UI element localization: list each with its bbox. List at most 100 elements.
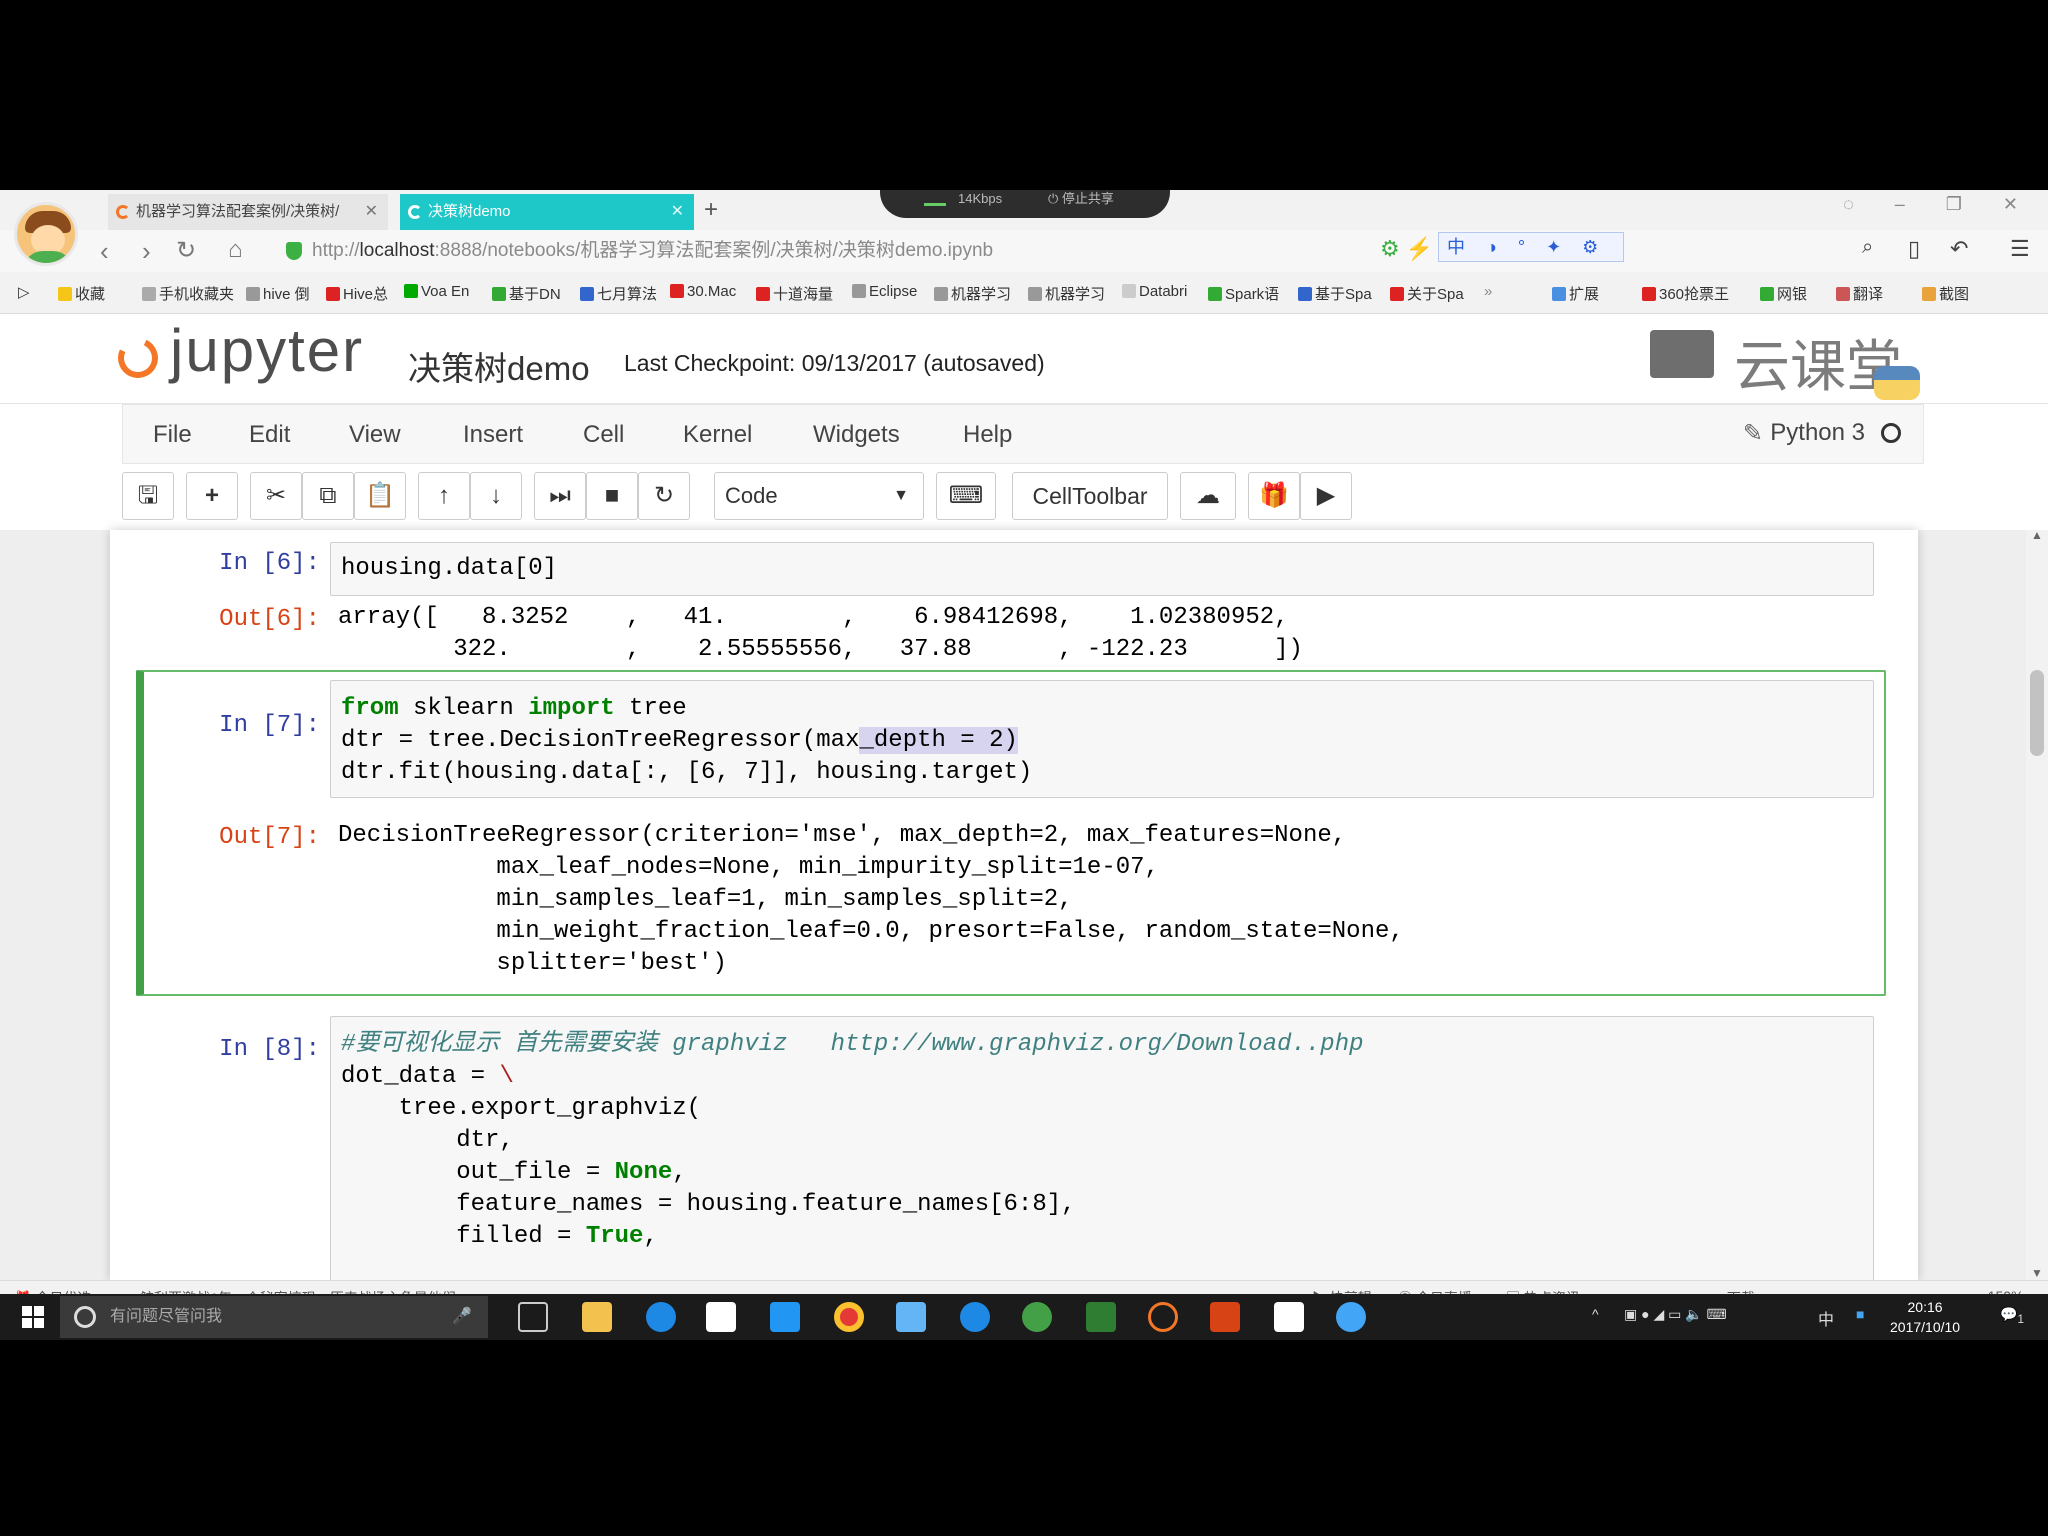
extension-item[interactable]: 网银 bbox=[1760, 283, 1807, 304]
close-tab-icon[interactable]: ✕ bbox=[365, 194, 378, 230]
cell-type-select[interactable]: Code ▼ bbox=[714, 472, 924, 520]
menu-kernel[interactable]: Kernel bbox=[683, 421, 752, 449]
paste-icon[interactable]: 📋 bbox=[354, 472, 406, 520]
insert-cell-icon[interactable]: + bbox=[186, 472, 238, 520]
bookmark-item[interactable]: Databri bbox=[1122, 283, 1187, 300]
edit-pencil-icon[interactable]: ✎ bbox=[1743, 419, 1763, 448]
restart-icon[interactable]: ↻ bbox=[638, 472, 690, 520]
run-cell-icon[interactable]: ⏭ bbox=[534, 472, 586, 520]
tab-decision-tree-demo[interactable]: 决策树demo ✕ bbox=[400, 194, 694, 230]
bookmark-item[interactable]: Eclipse bbox=[852, 283, 917, 300]
bookmark-item[interactable]: 十道海量 bbox=[756, 283, 833, 304]
move-down-icon[interactable]: ↓ bbox=[470, 472, 522, 520]
copy-icon[interactable]: ⧉ bbox=[302, 472, 354, 520]
bookmark-item[interactable]: 机器学习 bbox=[1028, 283, 1105, 304]
bookmark-item[interactable]: 基于Spa bbox=[1298, 283, 1372, 304]
task-view-icon[interactable] bbox=[518, 1302, 548, 1332]
stop-share-button[interactable]: ⏻ 停止共享 bbox=[1048, 190, 1114, 216]
avatar[interactable] bbox=[14, 202, 78, 266]
menu-icon[interactable]: ☰ bbox=[2010, 236, 2030, 262]
window-controls[interactable]: ◌ – ❐ ✕ bbox=[1843, 194, 2036, 215]
cortana-search[interactable]: 有问题尽管问我 🎤 bbox=[60, 1296, 488, 1338]
menu-bar: File Edit View Insert Cell Kernel Widget… bbox=[122, 404, 1924, 464]
tray-app-icons[interactable]: ▣ ● ◢ ▭ 🔈 ⌨ bbox=[1624, 1306, 1727, 1323]
back-arrow-icon[interactable]: ‹ bbox=[100, 236, 109, 267]
youtube-icon[interactable]: ▶ bbox=[1300, 472, 1352, 520]
cortana-icon bbox=[74, 1306, 96, 1328]
chrome-icon[interactable] bbox=[834, 1302, 864, 1332]
menu-edit[interactable]: Edit bbox=[249, 421, 290, 449]
browser-360-icon[interactable] bbox=[960, 1302, 990, 1332]
cell-output: array([ 8.3252 , 41. , 6.98412698, 1.023… bbox=[338, 604, 1303, 663]
reading-mode-icon[interactable]: ▯ bbox=[1908, 236, 1920, 262]
menu-widgets[interactable]: Widgets bbox=[813, 421, 900, 449]
jupyter-app-icon[interactable] bbox=[1148, 1302, 1178, 1332]
ime-language[interactable]: 中 bbox=[1818, 1306, 1834, 1330]
file-explorer-icon[interactable] bbox=[582, 1302, 612, 1332]
powerpoint-icon[interactable] bbox=[1210, 1302, 1240, 1332]
bookmark-item[interactable]: hive 倒 bbox=[246, 283, 310, 304]
extension-item[interactable]: 360抢票王 bbox=[1642, 283, 1729, 304]
move-up-icon[interactable]: ↑ bbox=[418, 472, 470, 520]
scroll-thumb bbox=[2030, 670, 2044, 756]
url-field[interactable]: http://localhost:8888/notebooks/机器学习算法配套… bbox=[284, 236, 1414, 266]
pycharm-icon[interactable] bbox=[1086, 1302, 1116, 1332]
notebook-title[interactable]: 决策树demo bbox=[408, 342, 590, 390]
menu-cell[interactable]: Cell bbox=[583, 421, 624, 449]
celltoolbar-button[interactable]: CellToolbar bbox=[1012, 472, 1168, 520]
bookmark-item[interactable]: 关于Spa bbox=[1390, 283, 1464, 304]
menu-insert[interactable]: Insert bbox=[463, 421, 523, 449]
bookmark-item[interactable]: 基于DN bbox=[492, 283, 561, 304]
forward-arrow-icon[interactable]: › bbox=[142, 236, 151, 267]
tray-shield-icon[interactable]: ■ bbox=[1856, 1306, 1864, 1322]
code-cell-input[interactable]: from sklearn import tree dtr = tree.Deci… bbox=[330, 680, 1874, 798]
scroll-up-icon: ▲ bbox=[2031, 528, 2043, 542]
extensions-menu[interactable]: 扩展 bbox=[1552, 283, 1599, 304]
extension-item[interactable]: 截图 bbox=[1922, 283, 1969, 304]
tab-machine-learning[interactable]: 机器学习算法配套案例/决策树/ ✕ bbox=[108, 194, 388, 230]
menu-file[interactable]: File bbox=[153, 421, 192, 449]
new-tab-button[interactable]: + bbox=[704, 194, 718, 226]
bookmark-item[interactable]: 七月算法 bbox=[580, 283, 657, 304]
page-scrollbar[interactable]: ▲ ▼ bbox=[2026, 528, 2048, 1280]
stop-icon[interactable]: ■ bbox=[586, 472, 638, 520]
undo-icon[interactable]: ↶ bbox=[1950, 236, 1968, 262]
close-tab-icon[interactable]: ✕ bbox=[671, 194, 684, 230]
cut-icon[interactable]: ✂ bbox=[250, 472, 302, 520]
speedup-icon[interactable]: ⚙ ⚡ bbox=[1380, 236, 1433, 262]
code-cell-input[interactable]: #要可视化显示 首先需要安装 graphviz http://www.graph… bbox=[330, 1016, 1874, 1280]
bookmark-more[interactable]: » bbox=[1484, 283, 1492, 300]
edge-browser-icon[interactable] bbox=[646, 1302, 676, 1332]
system-clock[interactable]: 20:16 2017/10/10 bbox=[1890, 1297, 1960, 1337]
tray-expand-icon[interactable]: ^ bbox=[1592, 1306, 1599, 1322]
menu-view[interactable]: View bbox=[349, 421, 401, 449]
reload-icon[interactable]: ↻ bbox=[176, 236, 196, 265]
code-cell-input[interactable]: housing.data[0] bbox=[330, 542, 1874, 596]
keyboard-icon[interactable]: ⌨ bbox=[936, 472, 996, 520]
mail-app-icon[interactable] bbox=[896, 1302, 926, 1332]
store-icon[interactable] bbox=[706, 1302, 736, 1332]
windows-start-icon[interactable] bbox=[22, 1306, 44, 1328]
scroll-down-icon: ▼ bbox=[2031, 1266, 2043, 1280]
qq-app-icon[interactable] bbox=[770, 1302, 800, 1332]
search-icon[interactable]: ⌕ bbox=[1862, 236, 1873, 259]
save-icon[interactable]: 🖫 bbox=[122, 472, 174, 520]
bookmark-item[interactable]: 机器学习 bbox=[934, 283, 1011, 304]
ime-toolbar[interactable]: 中 ◑ ° ✦ ⚙ bbox=[1438, 232, 1624, 262]
clion-icon[interactable] bbox=[1274, 1302, 1304, 1332]
cloud-upload-icon[interactable]: ☁ bbox=[1180, 472, 1236, 520]
notification-center-icon[interactable]: 💬1 bbox=[2000, 1306, 2024, 1326]
secure-browser-icon[interactable] bbox=[1022, 1302, 1052, 1332]
gift-icon[interactable]: 🎁 bbox=[1248, 472, 1300, 520]
extension-item[interactable]: 翻译 bbox=[1836, 283, 1883, 304]
bookmark-item[interactable]: Hive总 bbox=[326, 283, 388, 304]
bookmark-item[interactable]: 手机收藏夹 bbox=[142, 283, 234, 304]
home-icon[interactable]: ⌂ bbox=[228, 236, 243, 264]
bookmark-item[interactable]: Voa En bbox=[404, 283, 469, 300]
bookmark-toggle-icon[interactable]: ▷ bbox=[18, 283, 30, 301]
chat-app-icon[interactable] bbox=[1336, 1302, 1366, 1332]
bookmark-item[interactable]: 收藏 bbox=[58, 283, 105, 304]
bookmark-item[interactable]: Spark语 bbox=[1208, 283, 1279, 304]
menu-help[interactable]: Help bbox=[963, 421, 1012, 449]
bookmark-item[interactable]: 30.Mac bbox=[670, 283, 736, 300]
